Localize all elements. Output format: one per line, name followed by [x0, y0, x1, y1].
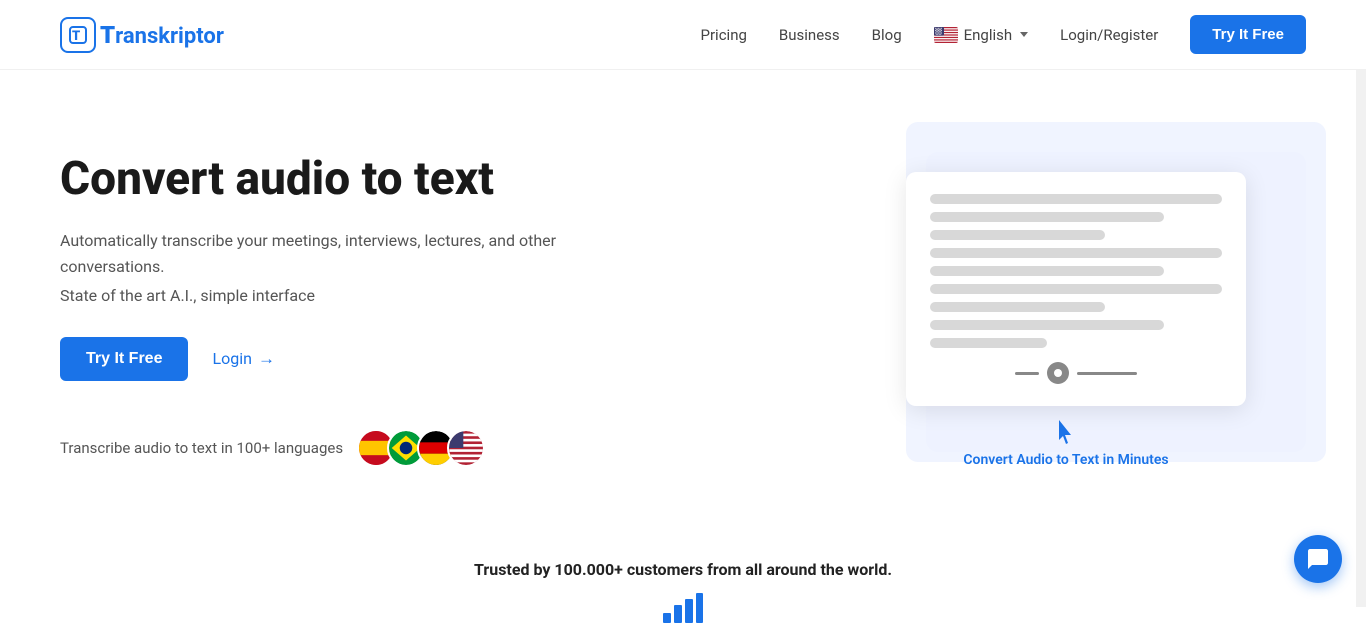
text-line-7 [930, 302, 1105, 312]
play-button-icon[interactable] [1047, 362, 1069, 384]
try-it-free-button-header[interactable]: Try It Free [1190, 15, 1306, 54]
trusted-chart [0, 593, 1366, 623]
login-label: Login [212, 349, 251, 368]
text-line-1 [930, 194, 1222, 204]
logo[interactable]: T Transkriptor [60, 17, 224, 53]
nav-login-register[interactable]: Login/Register [1060, 26, 1158, 44]
languages-text: Transcribe audio to text in 100+ languag… [60, 439, 343, 457]
language-selector[interactable]: English [934, 26, 1029, 44]
audio-controls [930, 362, 1222, 384]
arrow-icon: → [258, 349, 275, 369]
text-line-4 [930, 248, 1222, 258]
hero-description-2: State of the art A.I., simple interface [60, 286, 600, 305]
language-label: English [964, 26, 1013, 44]
trusted-section: Trusted by 100.000+ customers from all a… [0, 530, 1366, 633]
nav-business[interactable]: Business [779, 26, 840, 44]
hero-login-link[interactable]: Login → [212, 349, 274, 369]
ctrl-line-right [1077, 372, 1137, 375]
hero-actions: Try It Free Login → [60, 337, 600, 381]
scrollbar-track[interactable] [1356, 0, 1366, 607]
us-flag-icon [934, 27, 958, 43]
convert-text: Convert Audio to Text in Minutes [906, 452, 1226, 468]
hero-left: Convert audio to text Automatically tran… [60, 153, 600, 466]
hero-section: Convert audio to text Automatically tran… [0, 70, 1366, 530]
try-it-free-button-hero[interactable]: Try It Free [60, 337, 188, 381]
text-lines [930, 194, 1222, 348]
nav-pricing[interactable]: Pricing [701, 26, 747, 44]
cursor-icon [1055, 420, 1077, 448]
transcription-card [906, 172, 1246, 406]
hero-title: Convert audio to text [60, 153, 600, 206]
text-line-8 [930, 320, 1164, 330]
chat-icon [1306, 547, 1330, 571]
logo-icon: T [60, 17, 96, 53]
chart-icon [663, 593, 703, 623]
text-line-2 [930, 212, 1164, 222]
hero-illustration: Convert Audio to Text in Minutes [826, 152, 1306, 468]
text-line-5 [930, 266, 1164, 276]
convert-label-area: Convert Audio to Text in Minutes [906, 420, 1226, 468]
hero-description-1: Automatically transcribe your meetings, … [60, 228, 600, 279]
ctrl-line-left [1015, 372, 1039, 375]
flag-usa [447, 429, 485, 467]
trusted-text: Trusted by 100.000+ customers from all a… [0, 560, 1366, 579]
text-line-3 [930, 230, 1105, 240]
text-line-9 [930, 338, 1047, 348]
text-line-6 [930, 284, 1222, 294]
logo-wordmark: Transkriptor [100, 21, 224, 49]
chevron-down-icon [1020, 32, 1028, 37]
svg-text:T: T [72, 29, 80, 44]
nav: Pricing Business Blog [701, 15, 1307, 54]
nav-blog[interactable]: Blog [872, 26, 902, 44]
chat-bubble-button[interactable] [1294, 535, 1342, 583]
play-inner [1054, 369, 1062, 377]
flag-circles [357, 429, 485, 467]
languages-row: Transcribe audio to text in 100+ languag… [60, 429, 600, 467]
header: T Transkriptor Pricing Business Blog [0, 0, 1366, 70]
